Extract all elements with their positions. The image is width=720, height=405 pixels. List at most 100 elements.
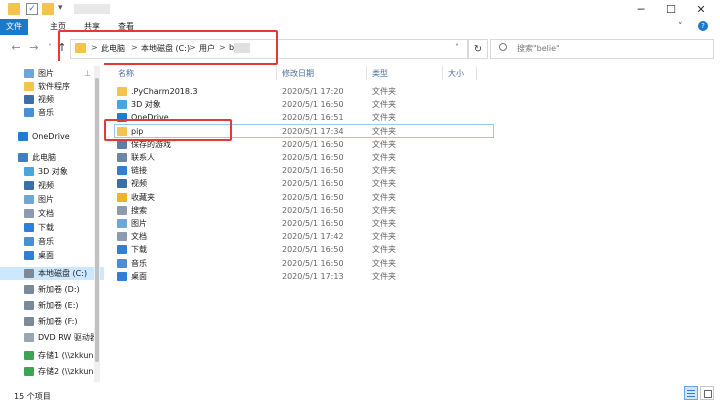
file-type: 文件夹 [372, 219, 396, 228]
sidebar-item[interactable]: DVD RW 驱动器 [0, 331, 104, 344]
sidebar-item[interactable]: 新加卷 (F:) [0, 315, 104, 328]
sidebar-item[interactable]: 3D 对象 [0, 165, 104, 178]
sidebar-item[interactable]: 此电脑 [0, 151, 104, 164]
details-view-button[interactable] [684, 386, 698, 400]
file-name: 图片 [131, 219, 147, 228]
sidebar-item[interactable]: 存储2 (\\zkkun) [0, 365, 104, 378]
sidebar-item[interactable]: 图片 [0, 193, 104, 206]
window-title [74, 4, 110, 14]
file-row[interactable]: 3D 对象 2020/5/1 16:50 文件夹 [114, 98, 494, 111]
file-name: 搜索 [131, 206, 147, 215]
file-type: 文件夹 [372, 179, 396, 188]
column-header: 名称 修改日期 类型 大小 [104, 66, 720, 80]
sidebar-item[interactable]: 存储1 (\\zkkun) [0, 349, 104, 362]
pin-icon[interactable]: ⊥ [84, 67, 91, 80]
maximize-button[interactable]: ☐ [656, 0, 686, 19]
large-icons-view-button[interactable] [700, 386, 714, 400]
file-date: 2020/5/1 16:50 [282, 259, 344, 268]
recent-locations-button[interactable]: ˅ [44, 41, 56, 55]
file-date: 2020/5/1 16:50 [282, 179, 344, 188]
sidebar-item-label: 桌面 [38, 251, 54, 260]
file-name: 音乐 [131, 259, 147, 268]
new-folder-icon[interactable] [42, 3, 54, 15]
folder-icon [24, 82, 34, 91]
search-input[interactable]: 搜索"belie" [490, 39, 714, 59]
forward-button[interactable]: → [28, 41, 40, 55]
file-row[interactable]: 图片 2020/5/1 16:50 文件夹 [114, 217, 494, 230]
sidebar-item-label: 本地磁盘 (C:) [38, 269, 88, 278]
file-date: 2020/5/1 16:50 [282, 153, 344, 162]
column-name[interactable]: 名称 [118, 68, 134, 79]
sidebar-item[interactable]: 本地磁盘 (C:) [0, 267, 104, 280]
column-type[interactable]: 类型 [372, 68, 388, 79]
drive-icon [24, 269, 34, 278]
back-button[interactable]: ← [10, 41, 22, 55]
downloads-icon [117, 245, 127, 254]
minimize-button[interactable]: ─ [626, 0, 656, 19]
file-date: 2020/5/1 16:50 [282, 219, 344, 228]
sidebar-item[interactable]: 软件程序 [0, 80, 104, 93]
nav-scrollbar-thumb[interactable] [95, 78, 99, 362]
file-row[interactable]: 音乐 2020/5/1 16:50 文件夹 [114, 257, 494, 270]
file-date: 2020/5/1 17:13 [282, 272, 344, 281]
column-size[interactable]: 大小 [448, 68, 464, 79]
onedrive-icon [18, 132, 28, 141]
column-date[interactable]: 修改日期 [282, 68, 314, 79]
sidebar-item-label: 软件程序 [38, 82, 70, 91]
file-type: 文件夹 [372, 127, 396, 136]
file-row[interactable]: 搜索 2020/5/1 16:50 文件夹 [114, 204, 494, 217]
sidebar-item[interactable]: 下载 [0, 221, 104, 234]
sidebar-item[interactable]: 图片 ⊥ [0, 67, 104, 80]
music-icon [117, 259, 127, 268]
file-row[interactable]: 下载 2020/5/1 16:50 文件夹 [114, 243, 494, 256]
sidebar-item[interactable]: 桌面 [0, 249, 104, 262]
refresh-button[interactable]: ↻ [468, 39, 488, 59]
pictures-icon [117, 219, 127, 228]
sidebar-item[interactable]: 新加卷 (E:) [0, 299, 104, 312]
tab-file[interactable]: 文件 [0, 19, 28, 35]
properties-icon[interactable]: ✓ [26, 3, 38, 15]
3d-objects-icon [24, 167, 34, 176]
music-icon [24, 108, 34, 117]
sidebar-item[interactable]: 音乐 [0, 106, 104, 119]
documents-icon [117, 232, 127, 241]
file-row[interactable]: 视频 2020/5/1 16:50 文件夹 [114, 177, 494, 190]
file-type: 文件夹 [372, 100, 396, 109]
close-button[interactable]: ✕ [686, 0, 716, 19]
file-name: .PyCharm2018.3 [131, 87, 198, 96]
sidebar-item[interactable]: OneDrive [0, 130, 104, 143]
quick-access-toolbar-dropdown[interactable]: ▾ [58, 3, 63, 13]
file-date: 2020/5/1 16:50 [282, 140, 344, 149]
pictures-icon [24, 69, 34, 78]
column-divider[interactable] [366, 66, 367, 80]
sidebar-item[interactable]: 视频 [0, 93, 104, 106]
column-divider[interactable] [276, 66, 277, 80]
sidebar-item[interactable]: 新加卷 (D:) [0, 283, 104, 296]
sidebar-item-label: 视频 [38, 181, 54, 190]
column-divider[interactable] [442, 66, 443, 80]
sidebar-item[interactable]: 音乐 [0, 235, 104, 248]
column-divider[interactable] [476, 66, 477, 80]
sidebar-item-label: 新加卷 (D:) [38, 285, 80, 294]
file-row[interactable]: 链接 2020/5/1 16:50 文件夹 [114, 164, 494, 177]
ribbon-expand-button[interactable]: ˅ [678, 22, 683, 32]
sidebar-item[interactable]: 文档 [0, 207, 104, 220]
help-icon[interactable]: ? [698, 21, 708, 31]
sidebar-item-label: 新加卷 (F:) [38, 317, 78, 326]
file-row[interactable]: .PyCharm2018.3 2020/5/1 17:20 文件夹 [114, 85, 494, 98]
file-name: 桌面 [131, 272, 147, 281]
network-drive-icon [24, 367, 34, 376]
address-history-dropdown[interactable]: ˅ [455, 43, 459, 52]
file-type: 文件夹 [372, 87, 396, 96]
file-date: 2020/5/1 17:20 [282, 87, 344, 96]
file-row[interactable]: 收藏夹 2020/5/1 16:50 文件夹 [114, 191, 494, 204]
file-row[interactable]: 联系人 2020/5/1 16:50 文件夹 [114, 151, 494, 164]
file-type: 文件夹 [372, 232, 396, 241]
file-row[interactable]: 文档 2020/5/1 17:42 文件夹 [114, 230, 494, 243]
videos-icon [24, 181, 34, 190]
file-row[interactable]: 桌面 2020/5/1 17:13 文件夹 [114, 270, 494, 283]
sidebar-item[interactable]: 视频 [0, 179, 104, 192]
file-type: 文件夹 [372, 166, 396, 175]
folder-icon [8, 3, 20, 15]
file-date: 2020/5/1 16:50 [282, 166, 344, 175]
